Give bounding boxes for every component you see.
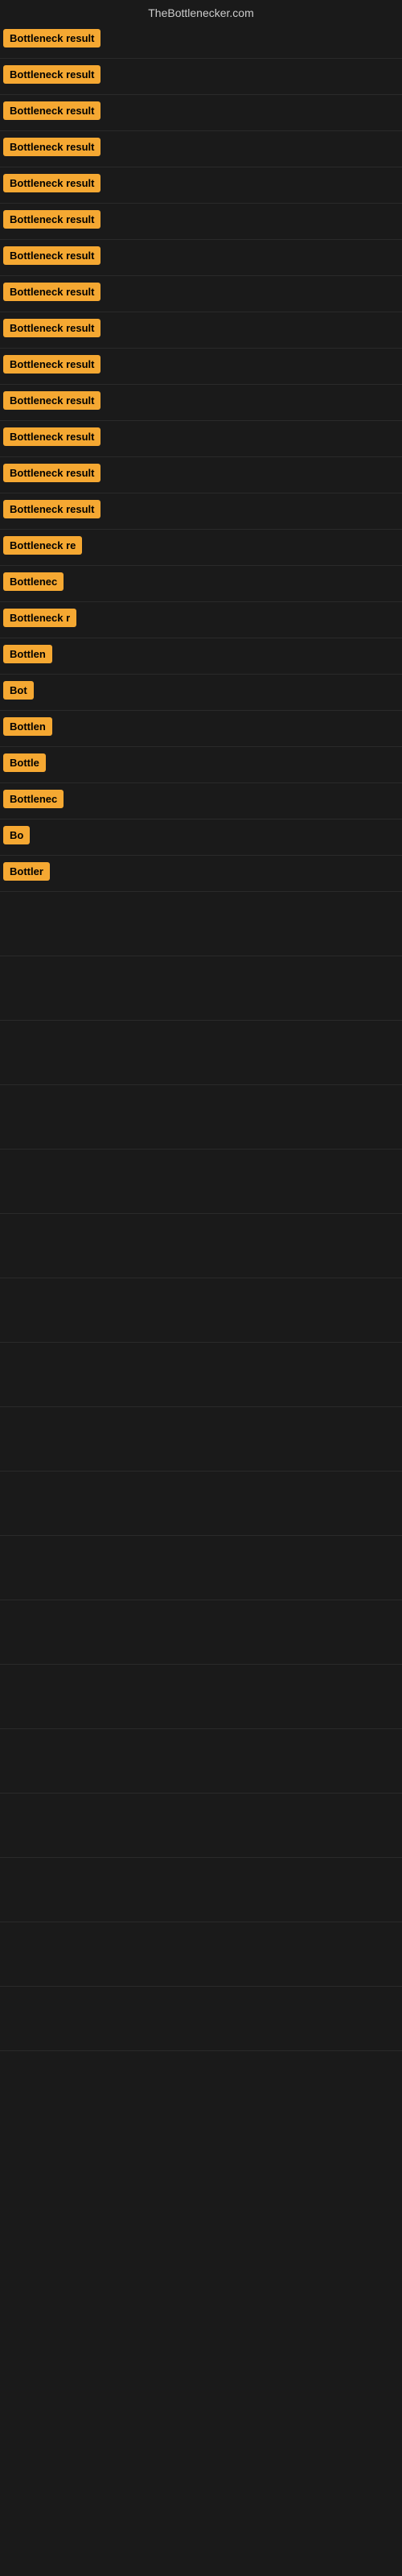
empty-row [0, 1665, 402, 1729]
list-item: Bottleneck result [0, 204, 402, 240]
empty-row [0, 892, 402, 956]
list-item: Bot [0, 675, 402, 711]
list-item: Bottlen [0, 638, 402, 675]
list-item: Bottlenec [0, 783, 402, 819]
bottleneck-result-badge[interactable]: Bottlenec [3, 572, 64, 591]
empty-row [0, 1472, 402, 1536]
site-title: TheBottlenecker.com [148, 6, 254, 19]
list-item: Bottleneck result [0, 493, 402, 530]
empty-row [0, 1343, 402, 1407]
list-item: Bottleneck result [0, 240, 402, 276]
list-item: Bottler [0, 856, 402, 892]
empty-row [0, 1021, 402, 1085]
empty-row [0, 1085, 402, 1150]
bottleneck-result-badge[interactable]: Bottleneck result [3, 174, 100, 192]
empty-row [0, 1536, 402, 1600]
empty-row [0, 1922, 402, 1987]
empty-row [0, 1407, 402, 1472]
bottleneck-result-badge[interactable]: Bottleneck result [3, 355, 100, 374]
list-item: Bottleneck result [0, 457, 402, 493]
empty-row [0, 1987, 402, 2051]
bottleneck-result-badge[interactable]: Bot [3, 681, 34, 700]
bottleneck-result-badge[interactable]: Bo [3, 826, 30, 844]
site-header: TheBottlenecker.com [0, 0, 402, 23]
bottleneck-result-badge[interactable]: Bottleneck result [3, 138, 100, 156]
bottleneck-result-badge[interactable]: Bottle [3, 753, 46, 772]
bottleneck-result-badge[interactable]: Bottleneck result [3, 319, 100, 337]
bottleneck-result-badge[interactable]: Bottler [3, 862, 50, 881]
bottleneck-result-badge[interactable]: Bottleneck result [3, 500, 100, 518]
bottleneck-result-badge[interactable]: Bottleneck result [3, 391, 100, 410]
empty-row [0, 1150, 402, 1214]
list-item: Bottle [0, 747, 402, 783]
bottleneck-result-badge[interactable]: Bottleneck result [3, 65, 100, 84]
bottleneck-result-badge[interactable]: Bottleneck result [3, 29, 100, 47]
list-item: Bottleneck re [0, 530, 402, 566]
list-item: Bottlenec [0, 566, 402, 602]
list-item: Bottleneck result [0, 349, 402, 385]
page-wrapper: TheBottlenecker.com Bottleneck resultBot… [0, 0, 402, 2051]
bottleneck-result-badge[interactable]: Bottlen [3, 717, 52, 736]
list-item: Bottlen [0, 711, 402, 747]
bottleneck-result-badge[interactable]: Bottleneck r [3, 609, 76, 627]
bottleneck-result-badge[interactable]: Bottleneck result [3, 283, 100, 301]
empty-row [0, 956, 402, 1021]
empty-row [0, 1729, 402, 1794]
rows-container: Bottleneck result Bottleneck result Bottle… [0, 23, 402, 2051]
list-item: Bottleneck r [0, 602, 402, 638]
bottleneck-result-badge[interactable]: Bottleneck result [3, 246, 100, 265]
list-item: Bottleneck result [0, 312, 402, 349]
list-item: Bottleneck result [0, 23, 402, 59]
bottleneck-result-badge[interactable]: Bottleneck re [3, 536, 82, 555]
empty-row [0, 1600, 402, 1665]
empty-row [0, 1214, 402, 1278]
list-item: Bottleneck result [0, 95, 402, 131]
empty-row [0, 1794, 402, 1858]
list-item: Bo [0, 819, 402, 856]
list-item: Bottleneck result [0, 385, 402, 421]
list-item: Bottleneck result [0, 167, 402, 204]
bottleneck-result-badge[interactable]: Bottlenec [3, 790, 64, 808]
bottleneck-result-badge[interactable]: Bottleneck result [3, 427, 100, 446]
list-item: Bottleneck result [0, 59, 402, 95]
empty-row [0, 1858, 402, 1922]
bottleneck-result-badge[interactable]: Bottlen [3, 645, 52, 663]
bottleneck-result-badge[interactable]: Bottleneck result [3, 464, 100, 482]
list-item: Bottleneck result [0, 421, 402, 457]
bottleneck-result-badge[interactable]: Bottleneck result [3, 101, 100, 120]
empty-row [0, 1278, 402, 1343]
bottleneck-result-badge[interactable]: Bottleneck result [3, 210, 100, 229]
list-item: Bottleneck result [0, 131, 402, 167]
list-item: Bottleneck result [0, 276, 402, 312]
